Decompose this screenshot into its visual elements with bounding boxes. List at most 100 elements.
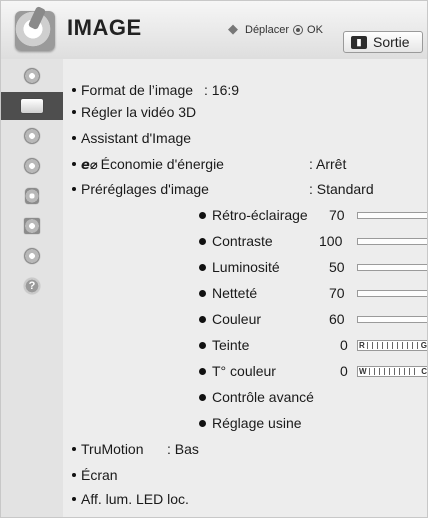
- setting-sharpness[interactable]: Netteté 70: [199, 285, 427, 307]
- setting-color-temperature[interactable]: T° couleur 0 WC: [199, 363, 427, 385]
- scale-ticks: [368, 368, 420, 375]
- scale-right-label: C: [421, 367, 427, 376]
- menu-header: IMAGE Déplacer OK ▮ Sortie: [1, 1, 427, 60]
- sidebar-item-audio[interactable]: [1, 122, 63, 150]
- presets-value: : Standard: [309, 181, 374, 197]
- bullet: [72, 447, 76, 452]
- setting-contrast[interactable]: Contraste 100: [199, 233, 427, 255]
- options-box-icon: [24, 218, 40, 234]
- satellite-dish-icon: [24, 68, 40, 84]
- setting-value: 0: [340, 337, 348, 353]
- setting-value: 70: [329, 207, 345, 223]
- scale-left-label: W: [359, 367, 367, 376]
- sidebar-item-time[interactable]: [1, 152, 63, 180]
- trumotion-label: TruMotion: [81, 441, 144, 457]
- setting-factory-reset[interactable]: Réglage usine: [199, 415, 427, 437]
- menu-item-3d-video[interactable]: Régler la vidéo 3D: [72, 104, 412, 126]
- setting-label: Couleur: [212, 311, 262, 327]
- menu-item-local-dimming[interactable]: Aff. lum. LED loc.: [72, 491, 412, 513]
- exit-button[interactable]: ▮ Sortie: [343, 31, 423, 53]
- menu-item-screen[interactable]: Écran: [72, 467, 412, 489]
- setting-advanced-control[interactable]: Contrôle avancé: [199, 389, 427, 411]
- contrast-level-bar[interactable]: [357, 238, 427, 245]
- brightness-level-bar[interactable]: [357, 264, 427, 271]
- setting-brightness[interactable]: Luminosité 50: [199, 259, 427, 281]
- navigation-hint: Déplacer OK: [227, 21, 323, 37]
- setting-value: 0: [340, 363, 348, 379]
- bullet: [72, 136, 76, 141]
- bullet: [199, 263, 206, 271]
- scale-left-label: R: [359, 341, 365, 350]
- sidebar-item-setup[interactable]: [1, 62, 63, 90]
- exit-label: Sortie: [373, 34, 410, 50]
- setting-tint[interactable]: Teinte 0 RG: [199, 337, 427, 359]
- tv-screen-icon: [21, 99, 43, 113]
- advanced-label: Contrôle avancé: [212, 389, 314, 405]
- setting-value: 50: [329, 259, 345, 275]
- setting-label: Luminosité: [212, 259, 280, 275]
- setting-label: Netteté: [212, 285, 258, 301]
- bullet: [199, 419, 206, 427]
- eco-leaf-icon: e⌀: [81, 158, 98, 173]
- menu-item-format[interactable]: Format de l’image : 16:9: [72, 82, 412, 104]
- sharpness-level-bar[interactable]: [357, 290, 427, 297]
- bullet: [72, 88, 76, 93]
- screen-label: Écran: [81, 467, 118, 483]
- assistant-label: Assistant d'Image: [81, 130, 192, 146]
- hint-ok-label: OK: [307, 24, 323, 36]
- picture-settings-list: Format de l’image : 16:9 Régler la vidéo…: [63, 59, 427, 517]
- setting-color[interactable]: Couleur 60: [199, 311, 427, 333]
- picture-settings-icon: [15, 11, 55, 51]
- sidebar-item-network[interactable]: [1, 242, 63, 270]
- sidebar-item-lock[interactable]: [1, 182, 63, 210]
- menu-item-picture-mode[interactable]: Préréglages d'image : Standard: [72, 181, 412, 203]
- scale-ticks: [366, 342, 419, 349]
- bullet: [199, 315, 206, 323]
- menu-item-picture-wizard[interactable]: Assistant d'Image: [72, 130, 412, 152]
- ok-button-icon: [293, 25, 304, 35]
- eco-value: : Arrêt: [309, 156, 347, 172]
- picture-menu-window: IMAGE Déplacer OK ▮ Sortie ? Format de l…: [0, 0, 428, 518]
- setting-label: Teinte: [212, 337, 250, 353]
- menu-item-trumotion[interactable]: TruMotion : Bas: [72, 441, 412, 463]
- format-label: Format de l’image: [81, 82, 194, 98]
- lock-icon: [25, 188, 39, 204]
- bullet: [72, 162, 76, 167]
- clock-icon: [24, 158, 40, 174]
- bullet: [72, 473, 76, 478]
- reset-label: Réglage usine: [212, 415, 302, 431]
- exit-key-icon: ▮: [351, 35, 367, 49]
- sidebar-item-support[interactable]: ?: [1, 272, 63, 300]
- move-arrows-icon: [227, 21, 241, 37]
- format-value: : 16:9: [204, 82, 240, 98]
- trumotion-value: : Bas: [167, 441, 199, 457]
- setting-label: Contraste: [212, 233, 273, 249]
- bullet: [72, 497, 76, 502]
- bullet: [199, 367, 206, 375]
- setting-label: Rétro-éclairage: [212, 207, 308, 223]
- sidebar-item-picture[interactable]: [1, 92, 63, 120]
- bullet: [199, 341, 206, 349]
- menu-item-energy-saving[interactable]: e⌀ Économie d'énergie : Arrêt: [72, 156, 412, 178]
- help-icon: ?: [24, 278, 40, 294]
- setting-backlight[interactable]: Rétro-éclairage 70: [199, 207, 427, 229]
- tint-scale[interactable]: RG: [357, 340, 427, 351]
- bullet: [199, 211, 206, 219]
- sidebar-item-options[interactable]: [1, 212, 63, 240]
- backlight-level-bar[interactable]: [357, 212, 427, 219]
- category-sidebar: ?: [1, 59, 64, 517]
- video3d-label: Régler la vidéo 3D: [81, 104, 197, 120]
- color-level-bar[interactable]: [357, 316, 427, 323]
- page-title: IMAGE: [67, 15, 142, 40]
- led-label: Aff. lum. LED loc.: [81, 491, 189, 507]
- eco-label: Économie d'énergie: [100, 156, 224, 172]
- setting-value: 70: [329, 285, 345, 301]
- color-temp-scale[interactable]: WC: [357, 366, 427, 377]
- setting-label: T° couleur: [212, 363, 276, 379]
- network-globe-icon: [24, 248, 40, 264]
- bullet: [72, 187, 76, 192]
- scale-right-label: G: [420, 341, 427, 350]
- setting-value: 60: [329, 311, 345, 327]
- speaker-icon: [24, 128, 40, 144]
- presets-label: Préréglages d'image: [81, 181, 209, 197]
